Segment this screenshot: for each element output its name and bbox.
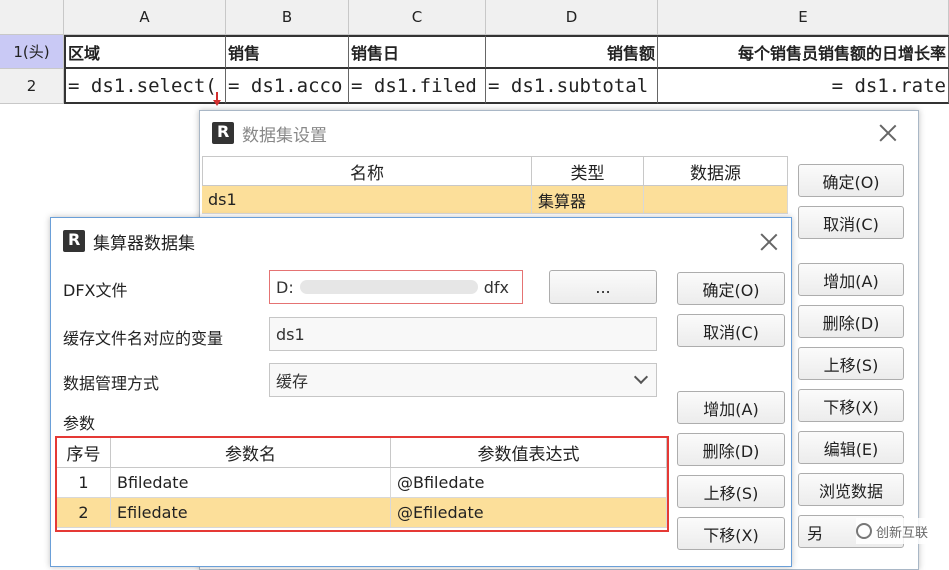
dataset-row-source[interactable] bbox=[644, 186, 788, 214]
mode-select[interactable]: 缓存 bbox=[269, 363, 657, 397]
param-row-2-no[interactable]: 2 bbox=[57, 498, 111, 528]
param-row-2-name[interactable]: Efiledate bbox=[111, 498, 391, 528]
cell-c2[interactable]: = ds1.filed bbox=[349, 69, 486, 104]
dataset-move-up-button[interactable]: 上移(S) bbox=[798, 347, 904, 380]
close-icon[interactable] bbox=[876, 121, 900, 145]
param-col-expr[interactable]: 参数值表达式 bbox=[391, 438, 667, 468]
column-header-d[interactable]: D bbox=[486, 0, 658, 35]
dataset-add-button[interactable]: 增加(A) bbox=[798, 263, 904, 296]
calc-ok-button[interactable]: 确定(O) bbox=[677, 272, 785, 305]
app-logo-icon bbox=[212, 122, 234, 144]
cell-e2[interactable]: = ds1.rate bbox=[658, 69, 949, 104]
cell-drop-arrow-head bbox=[213, 100, 221, 106]
dfx-path-blur bbox=[299, 280, 478, 294]
dataset-move-down-button[interactable]: 下移(X) bbox=[798, 389, 904, 422]
app-logo-icon bbox=[63, 230, 85, 252]
dfx-label: DFX文件 bbox=[63, 281, 128, 300]
column-header-e[interactable]: E bbox=[658, 0, 949, 35]
dfx-path-suffix: dfx bbox=[483, 277, 509, 297]
cell-b2[interactable]: = ds1.acco bbox=[226, 69, 349, 104]
chevron-down-icon bbox=[633, 369, 649, 385]
dataset-dialog-titlebar: 数据集设置 bbox=[200, 111, 918, 155]
watermark-text: 创新互联 bbox=[876, 525, 929, 541]
params-label: 参数 bbox=[63, 414, 96, 433]
row-header-1[interactable]: 1(头) bbox=[0, 35, 64, 69]
calc-dialog-title: 集算器数据集 bbox=[93, 233, 195, 254]
dataset-row-type[interactable]: 集算器 bbox=[532, 186, 644, 214]
dataset-col-source[interactable]: 数据源 bbox=[644, 156, 788, 186]
watermark: 创新互联 bbox=[856, 518, 946, 544]
param-row-1-expr[interactable]: @Bfiledate bbox=[391, 468, 667, 498]
cell-a2[interactable]: = ds1.select( bbox=[64, 69, 226, 104]
dfx-path-field[interactable]: D: dfx bbox=[269, 270, 523, 304]
dataset-ok-button[interactable]: 确定(O) bbox=[798, 164, 904, 197]
cache-var-field[interactable]: ds1 bbox=[269, 317, 657, 351]
close-icon[interactable] bbox=[757, 230, 781, 254]
cache-var-label: 缓存文件名对应的变量 bbox=[63, 329, 224, 348]
mode-label: 数据管理方式 bbox=[63, 374, 160, 393]
dataset-dialog-title: 数据集设置 bbox=[242, 125, 327, 146]
dfx-path-prefix: D: bbox=[276, 277, 294, 297]
calc-dataset-dialog: 集算器数据集 DFX文件 D: dfx ... 缓存文件名对应的变量 ds1 数… bbox=[50, 217, 792, 567]
watermark-logo-icon bbox=[856, 523, 872, 539]
calc-dialog-titlebar: 集算器数据集 bbox=[51, 218, 791, 264]
cell-d1[interactable]: 销售额 bbox=[486, 35, 658, 69]
param-row-2-expr[interactable]: @Efiledate bbox=[391, 498, 667, 528]
column-header-c[interactable]: C bbox=[349, 0, 486, 35]
dataset-row-name[interactable]: ds1 bbox=[202, 186, 532, 214]
column-header-a[interactable]: A bbox=[64, 0, 226, 35]
row-header-2[interactable]: 2 bbox=[0, 69, 64, 104]
cell-e1[interactable]: 每个销售员销售额的日增长率 bbox=[658, 35, 949, 69]
params-table: 序号 参数名 参数值表达式 1 Bfiledate @Bfiledate 2 E… bbox=[55, 436, 669, 532]
param-col-no[interactable]: 序号 bbox=[57, 438, 111, 468]
column-header-b[interactable]: B bbox=[226, 0, 349, 35]
calc-move-down-button[interactable]: 下移(X) bbox=[677, 517, 785, 550]
cell-d2[interactable]: = ds1.subtotal bbox=[486, 69, 658, 104]
dataset-col-name[interactable]: 名称 bbox=[202, 156, 532, 186]
spreadsheet: A B C D E 1(头) 2 区域 销售 销售日 销售额 每个销售员销售额的… bbox=[0, 0, 949, 110]
dataset-browse-data-button[interactable]: 浏览数据 bbox=[798, 473, 904, 506]
calc-delete-button[interactable]: 删除(D) bbox=[677, 433, 785, 466]
param-row-1-no[interactable]: 1 bbox=[57, 468, 111, 498]
param-col-name[interactable]: 参数名 bbox=[111, 438, 391, 468]
calc-move-up-button[interactable]: 上移(S) bbox=[677, 475, 785, 508]
cell-c1[interactable]: 销售日 bbox=[349, 35, 486, 69]
cell-b1[interactable]: 销售 bbox=[226, 35, 349, 69]
dataset-cancel-button[interactable]: 取消(C) bbox=[798, 206, 904, 239]
dataset-delete-button[interactable]: 删除(D) bbox=[798, 305, 904, 338]
dataset-edit-button[interactable]: 编辑(E) bbox=[798, 431, 904, 464]
browse-button[interactable]: ... bbox=[549, 270, 657, 304]
cell-a1[interactable]: 区域 bbox=[64, 35, 226, 69]
calc-cancel-button[interactable]: 取消(C) bbox=[677, 314, 785, 347]
dataset-col-type[interactable]: 类型 bbox=[532, 156, 644, 186]
corner-cell[interactable] bbox=[0, 0, 64, 35]
param-row-1-name[interactable]: Bfiledate bbox=[111, 468, 391, 498]
calc-add-button[interactable]: 增加(A) bbox=[677, 391, 785, 424]
mode-select-value: 缓存 bbox=[276, 372, 309, 391]
